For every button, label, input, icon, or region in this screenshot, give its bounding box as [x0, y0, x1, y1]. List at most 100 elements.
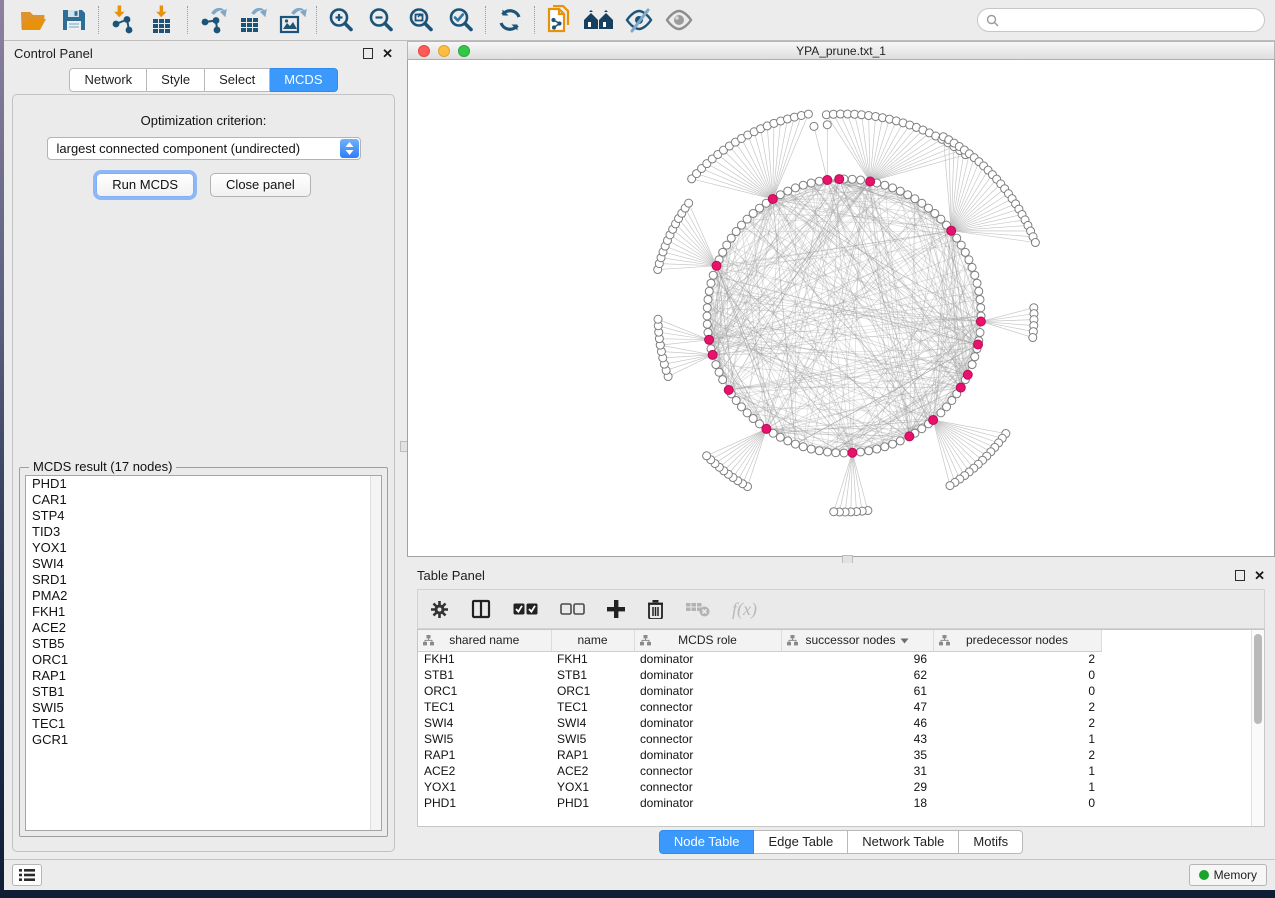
zoom-fit-button[interactable]: [401, 3, 441, 37]
search-input[interactable]: [1004, 13, 1256, 27]
table-cell[interactable]: 47: [781, 699, 933, 715]
table-cell[interactable]: 2: [933, 747, 1101, 763]
table-cell[interactable]: SWI5: [551, 731, 634, 747]
search-box[interactable]: [977, 8, 1265, 32]
table-cell[interactable]: 46: [781, 715, 933, 731]
network-view-titlebar[interactable]: YPA_prune.txt_1: [407, 41, 1275, 60]
delete-button[interactable]: [647, 599, 664, 619]
table-cell[interactable]: 1: [933, 763, 1101, 779]
mcds-result-item[interactable]: PHD1: [26, 476, 381, 492]
table-cell[interactable]: 0: [933, 795, 1101, 811]
mcds-list-scrollbar[interactable]: [370, 476, 381, 830]
save-session-button[interactable]: [54, 3, 94, 37]
table-cell[interactable]: dominator: [634, 747, 781, 763]
float-panel-icon[interactable]: [363, 48, 373, 59]
table-cell[interactable]: 2: [933, 651, 1101, 667]
mcds-result-item[interactable]: PMA2: [26, 588, 381, 604]
import-network-button[interactable]: [103, 3, 143, 37]
table-scrollbar-thumb[interactable]: [1254, 634, 1262, 724]
table-cell[interactable]: TEC1: [418, 699, 551, 715]
mcds-result-item[interactable]: SWI4: [26, 556, 381, 572]
table-cell[interactable]: STB1: [418, 667, 551, 683]
gear-button[interactable]: [430, 600, 449, 619]
table-scrollbar[interactable]: [1251, 630, 1264, 826]
table-row[interactable]: ORC1ORC1dominator610: [418, 683, 1101, 699]
refresh-button[interactable]: [490, 3, 530, 37]
mcds-result-item[interactable]: TEC1: [26, 716, 381, 732]
mcds-result-item[interactable]: STP4: [26, 508, 381, 524]
table-row[interactable]: SWI5SWI5connector431: [418, 731, 1101, 747]
table-cell[interactable]: 0: [933, 667, 1101, 683]
zoom-out-button[interactable]: [361, 3, 401, 37]
zoom-selected-button[interactable]: [441, 3, 481, 37]
mcds-result-item[interactable]: GCR1: [26, 732, 381, 748]
table-cell[interactable]: connector: [634, 731, 781, 747]
run-mcds-button[interactable]: Run MCDS: [96, 173, 194, 197]
select-all-button[interactable]: [513, 603, 538, 616]
hide-selected-button[interactable]: [619, 3, 659, 37]
table-row[interactable]: ACE2ACE2connector311: [418, 763, 1101, 779]
table-cell[interactable]: RAP1: [551, 747, 634, 763]
table-cell[interactable]: 18: [781, 795, 933, 811]
mcds-result-item[interactable]: SWI5: [26, 700, 381, 716]
close-panel-icon[interactable]: ✕: [1254, 571, 1265, 581]
mcds-result-item[interactable]: STB1: [26, 684, 381, 700]
table-row[interactable]: PHD1PHD1dominator180: [418, 795, 1101, 811]
network-canvas[interactable]: [407, 60, 1275, 557]
first-neighbors-button[interactable]: [579, 3, 619, 37]
mcds-result-item[interactable]: CAR1: [26, 492, 381, 508]
mcds-result-item[interactable]: RAP1: [26, 668, 381, 684]
float-panel-icon[interactable]: [1235, 570, 1245, 581]
tab-select[interactable]: Select: [205, 68, 270, 92]
table-cell[interactable]: 29: [781, 779, 933, 795]
mcds-result-item[interactable]: ACE2: [26, 620, 381, 636]
table-row[interactable]: TEC1TEC1connector472: [418, 699, 1101, 715]
table-row[interactable]: STB1STB1dominator620: [418, 667, 1101, 683]
tab-node-table[interactable]: Node Table: [659, 830, 755, 854]
tab-edge-table[interactable]: Edge Table: [754, 830, 848, 854]
export-image-button[interactable]: [272, 3, 312, 37]
mcds-result-item[interactable]: STB5: [26, 636, 381, 652]
deselect-all-button[interactable]: [560, 603, 585, 616]
zoom-in-button[interactable]: [321, 3, 361, 37]
table-row[interactable]: RAP1RAP1dominator352: [418, 747, 1101, 763]
table-cell[interactable]: 62: [781, 667, 933, 683]
open-file-button[interactable]: [14, 3, 54, 37]
tab-network[interactable]: Network: [69, 68, 147, 92]
table-cell[interactable]: 31: [781, 763, 933, 779]
column-header-name[interactable]: name: [551, 630, 634, 651]
table-cell[interactable]: PHD1: [418, 795, 551, 811]
table-row[interactable]: FKH1FKH1dominator962: [418, 651, 1101, 667]
table-cell[interactable]: connector: [634, 779, 781, 795]
table-cell[interactable]: SWI4: [551, 715, 634, 731]
table-cell[interactable]: 43: [781, 731, 933, 747]
mcds-result-item[interactable]: TID3: [26, 524, 381, 540]
import-table-button[interactable]: [143, 3, 183, 37]
tab-mcds[interactable]: MCDS: [270, 68, 337, 92]
table-cell[interactable]: ACE2: [551, 763, 634, 779]
tab-network-table[interactable]: Network Table: [848, 830, 959, 854]
mcds-result-item[interactable]: ORC1: [26, 652, 381, 668]
close-panel-button[interactable]: Close panel: [210, 173, 311, 197]
table-cell[interactable]: YOX1: [551, 779, 634, 795]
table-row[interactable]: YOX1YOX1connector291: [418, 779, 1101, 795]
table-cell[interactable]: 35: [781, 747, 933, 763]
new-network-from-selection-button[interactable]: [539, 3, 579, 37]
table-cell[interactable]: 2: [933, 699, 1101, 715]
memory-button[interactable]: Memory: [1189, 864, 1267, 886]
table-cell[interactable]: 61: [781, 683, 933, 699]
mcds-result-list[interactable]: PHD1CAR1STP4TID3YOX1SWI4SRD1PMA2FKH1ACE2…: [25, 475, 382, 831]
table-cell[interactable]: 0: [933, 683, 1101, 699]
tab-motifs[interactable]: Motifs: [959, 830, 1023, 854]
table-cell[interactable]: TEC1: [551, 699, 634, 715]
table-cell[interactable]: ACE2: [418, 763, 551, 779]
table-cell[interactable]: YOX1: [418, 779, 551, 795]
tab-style[interactable]: Style: [147, 68, 205, 92]
export-network-button[interactable]: [192, 3, 232, 37]
table-cell[interactable]: dominator: [634, 651, 781, 667]
table-cell[interactable]: PHD1: [551, 795, 634, 811]
network-graph[interactable]: [408, 60, 1274, 555]
show-column-button[interactable]: [471, 599, 491, 619]
table-cell[interactable]: connector: [634, 699, 781, 715]
table-cell[interactable]: dominator: [634, 715, 781, 731]
